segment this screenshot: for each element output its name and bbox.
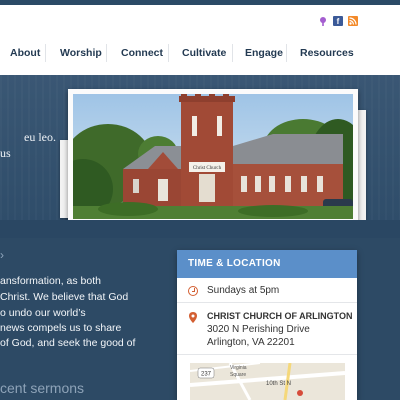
- nav-separator: [45, 44, 46, 62]
- social-icons: f: [318, 16, 358, 26]
- body-text-line-1: ansformation, as both: [0, 275, 101, 287]
- nav-connect[interactable]: Connect: [121, 41, 163, 65]
- location-icon: [188, 311, 198, 323]
- body-text-line-5: of God, and seek the good of: [0, 337, 136, 349]
- podcast-icon[interactable]: [318, 16, 328, 26]
- service-time-row: Sundays at 5pm: [177, 278, 357, 303]
- map-square-label: Square: [230, 372, 246, 378]
- hero-photo-frame[interactable]: Christ Church: [68, 89, 358, 224]
- body-text-line-3: o undo our world’s: [0, 307, 86, 319]
- map-graphic: 237 10th St N Virginia Square: [190, 363, 345, 400]
- main-nav: About Worship Connect Cultivate Engage R…: [0, 41, 400, 65]
- rss-icon[interactable]: [348, 16, 358, 26]
- body-text-line-4: news compels us to share: [0, 322, 122, 334]
- hero-text-line-2: us: [0, 146, 11, 160]
- nav-cultivate[interactable]: Cultivate: [182, 41, 226, 65]
- nav-engage[interactable]: Engage: [245, 41, 283, 65]
- hero-text-line-1: eu leo.: [24, 130, 56, 144]
- address-line-1: 3020 N Perishing Drive: [207, 324, 310, 335]
- content-band: [0, 220, 400, 238]
- map-marker-icon: [297, 390, 303, 396]
- nav-separator: [232, 44, 233, 62]
- nav-about[interactable]: About: [10, 41, 40, 65]
- nav-separator: [106, 44, 107, 62]
- nav-resources[interactable]: Resources: [300, 41, 354, 65]
- map-street-label: 10th St N: [266, 381, 291, 387]
- map-route-label: 237: [201, 372, 212, 378]
- church-name[interactable]: CHRIST CHURCH OF ARLINGTON: [207, 311, 353, 321]
- clock-icon: [188, 286, 198, 296]
- address-line-2: Arlington, VA 22201: [207, 337, 295, 348]
- body-text-line-2: Christ. We believe that God: [0, 291, 129, 303]
- recent-sermons-heading: cent sermons: [0, 380, 85, 396]
- nav-separator: [286, 44, 287, 62]
- site-header: f About Worship Connect Cultivate Engage…: [0, 5, 400, 75]
- arrow-glyph: ›: [0, 248, 4, 262]
- hero-text-line: [0, 130, 2, 145]
- location-row: CHRIST CHURCH OF ARLINGTON 3020 N Perish…: [177, 303, 357, 355]
- service-time: Sundays at 5pm: [207, 285, 280, 296]
- church-sign-text: Christ Church: [193, 166, 222, 171]
- map-area-label: Virginia: [230, 365, 247, 371]
- church-photo: Christ Church: [73, 94, 353, 219]
- nav-worship[interactable]: Worship: [60, 41, 102, 65]
- location-map[interactable]: 237 10th St N Virginia Square: [190, 363, 345, 400]
- facebook-icon[interactable]: f: [333, 16, 343, 26]
- nav-separator: [168, 44, 169, 62]
- card-title: TIME & LOCATION: [177, 250, 357, 278]
